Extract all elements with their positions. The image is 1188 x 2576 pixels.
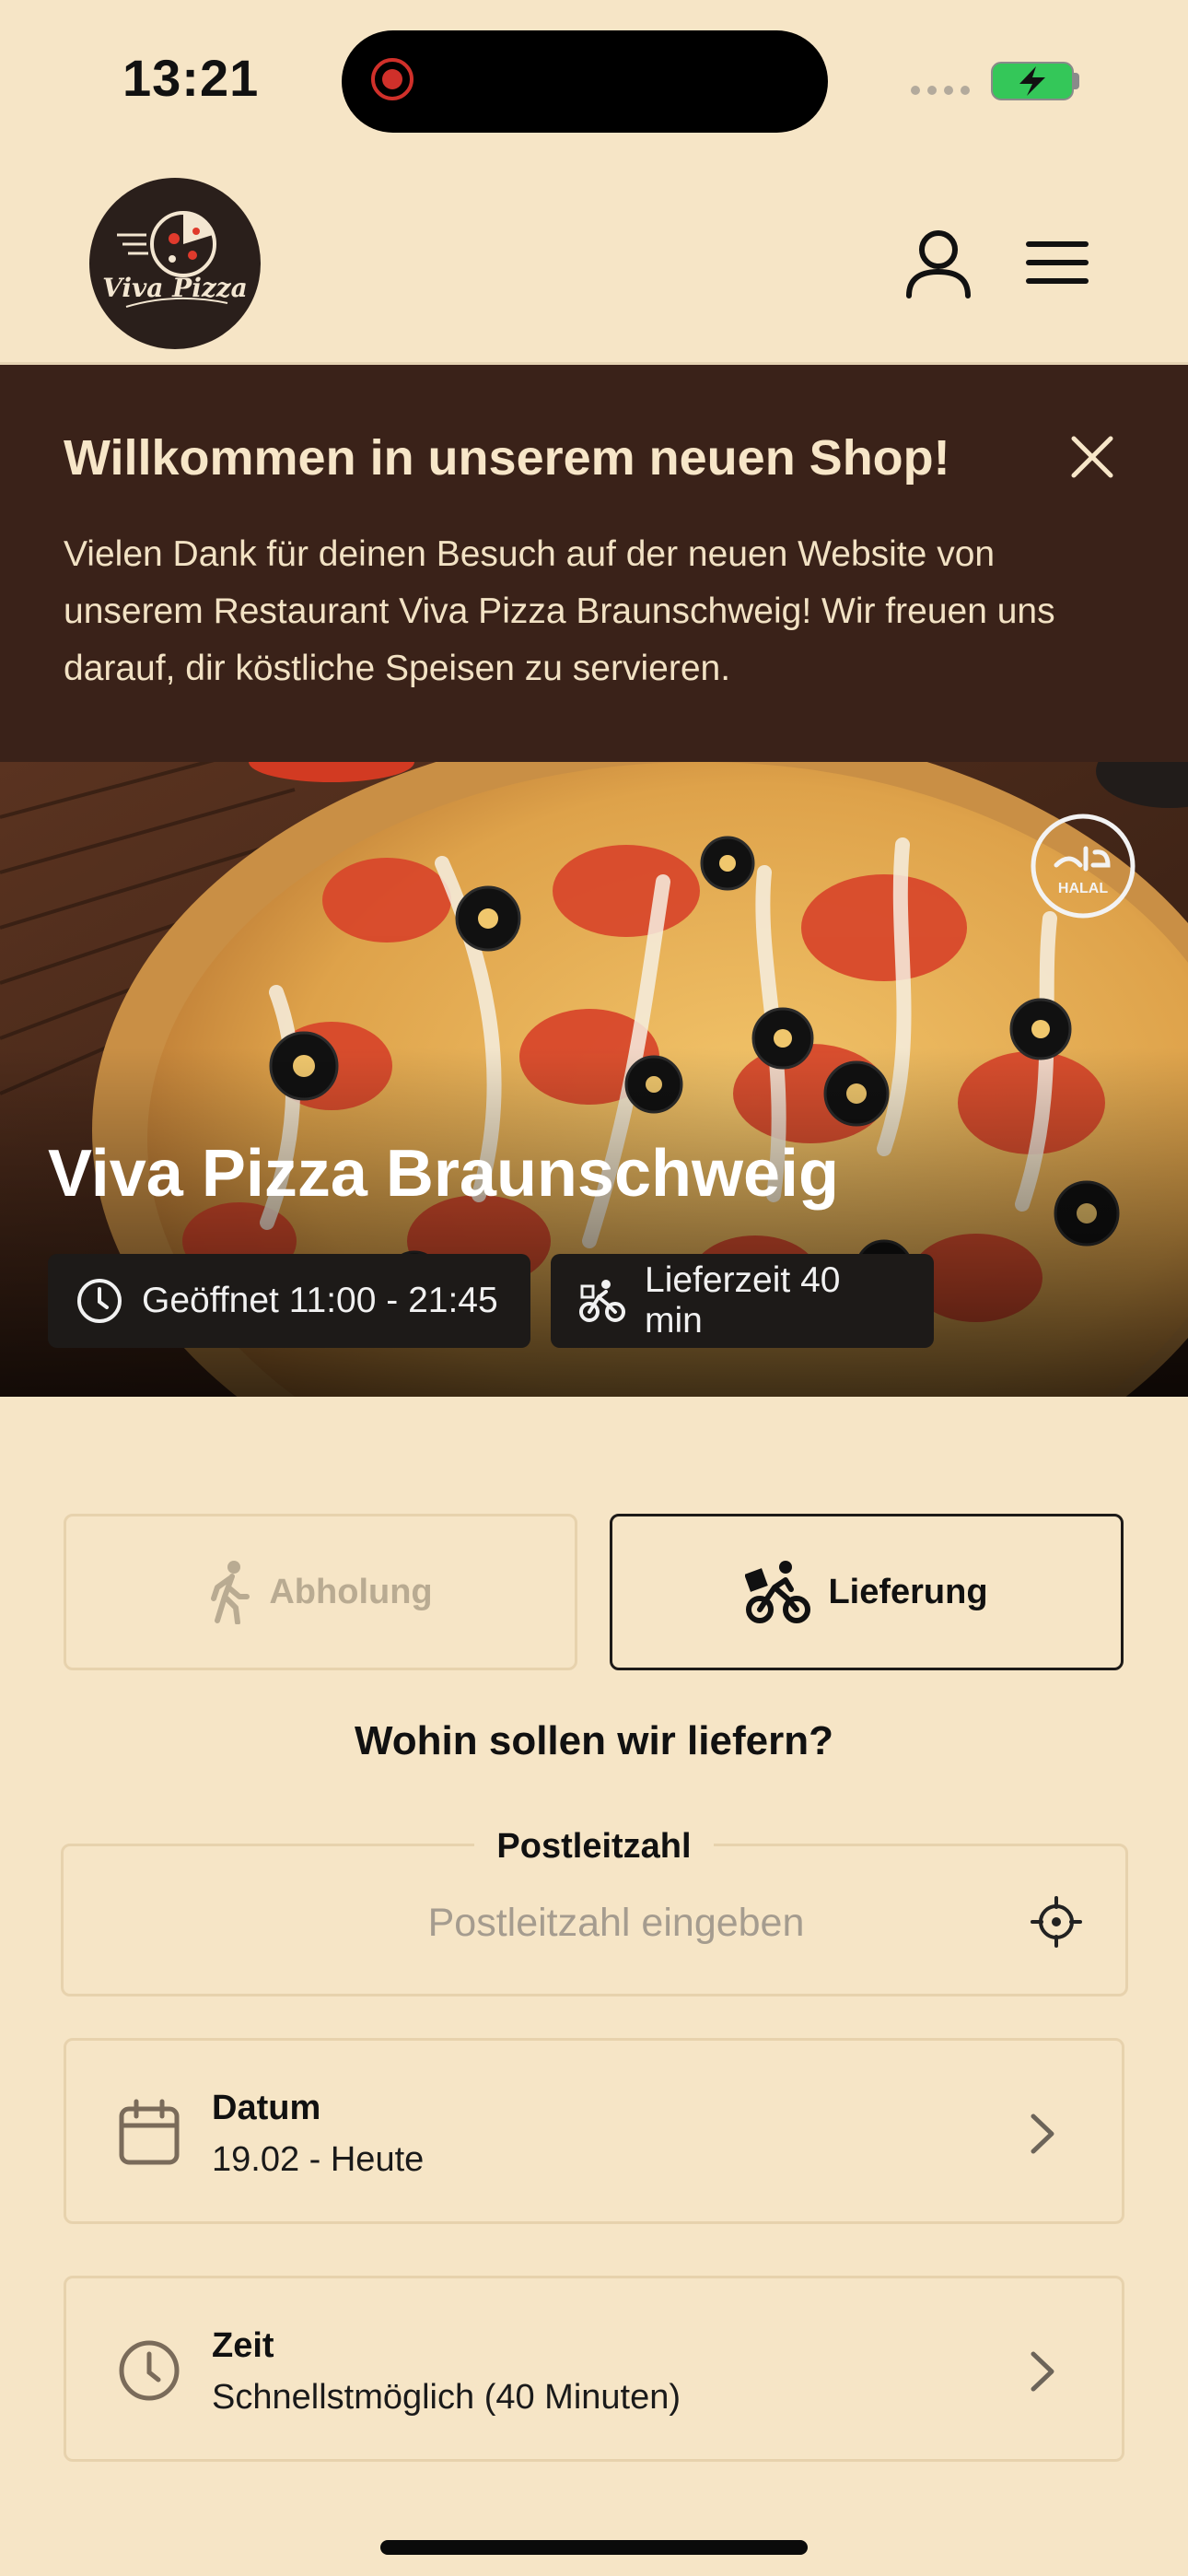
bike-icon xyxy=(579,1280,625,1322)
delivery-time-chip: Lieferzeit 40 min xyxy=(551,1254,934,1348)
clock-icon xyxy=(77,1279,122,1323)
battery-icon xyxy=(991,62,1074,100)
welcome-banner: Willkommen in unserem neuen Shop! Vielen… xyxy=(0,365,1188,762)
time-value: Schnellstmöglich (40 Minuten) xyxy=(212,2378,681,2417)
delivery-button[interactable]: Lieferung xyxy=(610,1514,1124,1670)
opening-hours-chip: Geöffnet 11:00 - 21:45 xyxy=(48,1254,530,1348)
pickup-label: Abholung xyxy=(269,1572,433,1611)
time-selector[interactable]: Zeit Schnellstmöglich (40 Minuten) xyxy=(64,2276,1124,2462)
date-label: Datum xyxy=(212,2089,321,2127)
battery-cap xyxy=(1072,73,1079,89)
home-indicator[interactable] xyxy=(380,2540,808,2555)
restaurant-logo[interactable]: Viva Pizza xyxy=(89,178,261,349)
menu-icon[interactable] xyxy=(1025,235,1089,290)
close-icon[interactable] xyxy=(1066,431,1118,483)
dynamic-island xyxy=(342,30,828,133)
user-icon[interactable] xyxy=(898,224,979,305)
postcode-label-wrap: Postleitzahl xyxy=(0,1827,1188,1867)
pizza-logo-icon xyxy=(117,211,228,308)
delivery-time-text: Lieferzeit 40 min xyxy=(645,1260,841,1341)
signal-icon xyxy=(911,86,970,95)
restaurant-name: Viva Pizza Braunschweig xyxy=(48,1137,840,1211)
status-time: 13:21 xyxy=(122,49,260,107)
chevron-right-icon xyxy=(1031,2351,1054,2392)
banner-title: Willkommen in unserem neuen Shop! xyxy=(64,430,950,486)
recording-icon xyxy=(371,58,413,100)
bike-icon xyxy=(745,1561,811,1623)
clock-icon xyxy=(119,2340,180,2401)
delivery-label: Lieferung xyxy=(828,1572,988,1611)
postcode-input[interactable] xyxy=(100,1885,1078,1961)
opening-hours-text: Geöffnet 11:00 - 21:45 xyxy=(142,1281,498,1320)
chevron-right-icon xyxy=(1031,2113,1054,2154)
pickup-button[interactable]: Abholung xyxy=(64,1514,577,1670)
date-value: 19.02 - Heute xyxy=(212,2140,425,2179)
calendar-icon xyxy=(119,2099,180,2165)
postcode-label: Postleitzahl xyxy=(474,1827,714,1866)
date-selector[interactable]: Datum 19.02 - Heute xyxy=(64,2038,1124,2224)
delivery-question: Wohin sollen wir liefern? xyxy=(355,1718,833,1763)
locate-icon[interactable] xyxy=(1029,1894,1084,1950)
halal-icon: HALAL xyxy=(1031,814,1136,919)
banner-text: Vielen Dank für deinen Besuch auf der ne… xyxy=(64,534,1055,688)
hero-image: HALAL Viva Pizza Braunschweig Geöffnet 1… xyxy=(0,762,1188,1397)
logo-text: Viva Pizza xyxy=(102,273,248,303)
time-label: Zeit xyxy=(212,2326,274,2365)
walk-icon xyxy=(211,1561,250,1624)
halal-badge-text: HALAL xyxy=(1058,881,1108,896)
